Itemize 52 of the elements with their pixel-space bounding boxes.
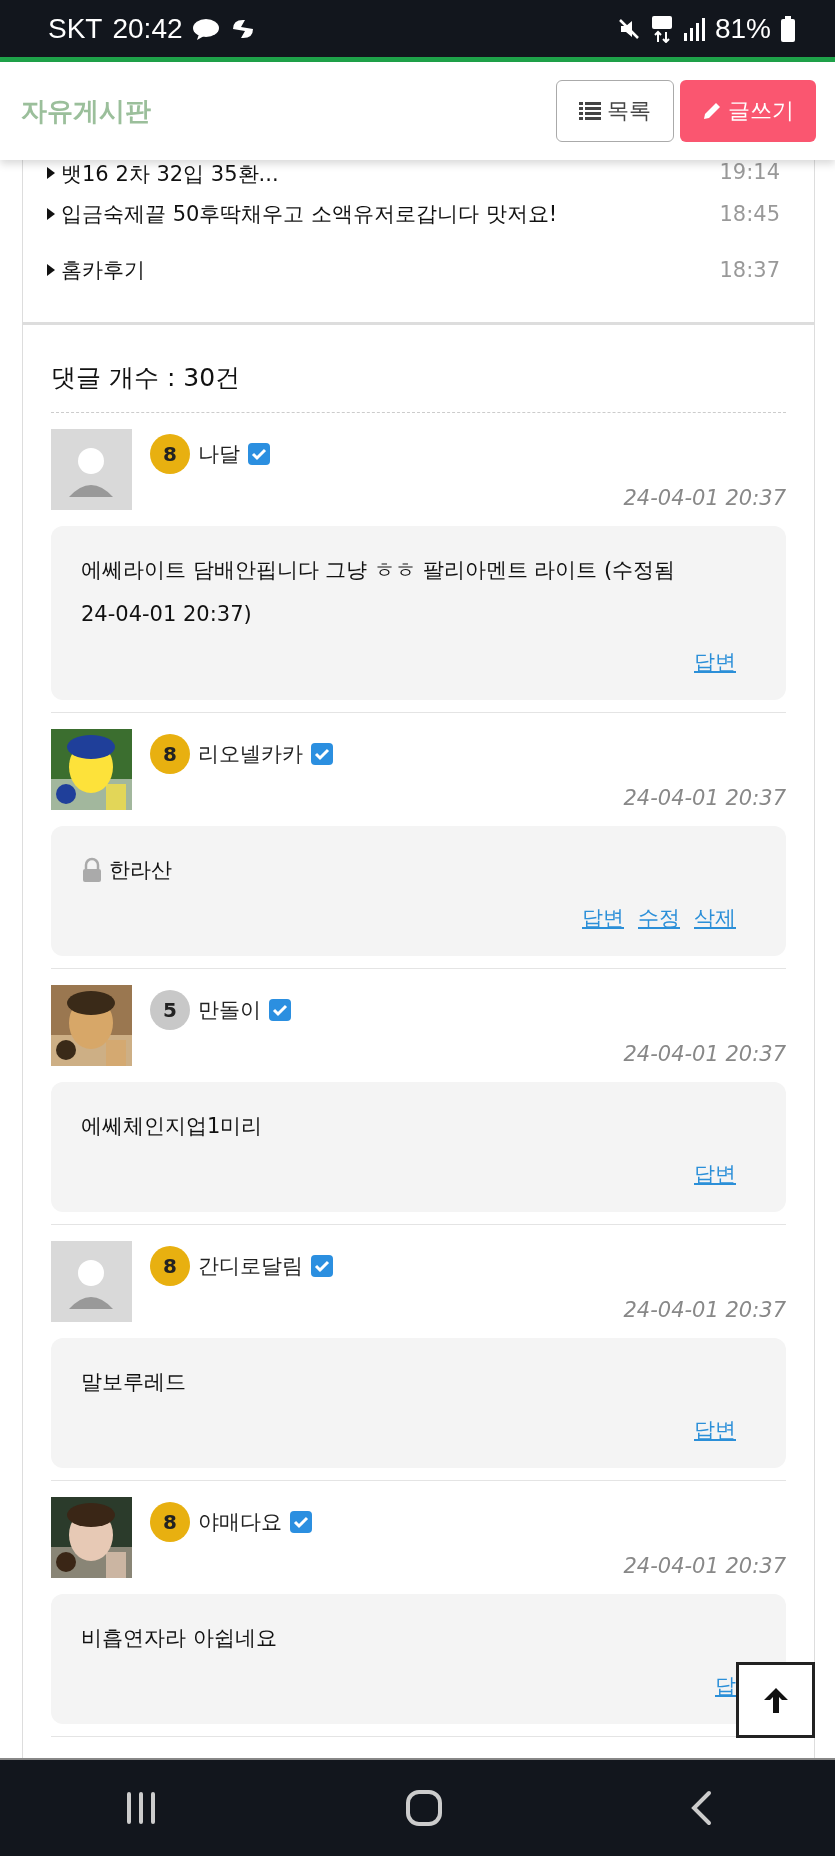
level-badge: 5 (150, 990, 190, 1030)
comment-date: 24-04-01 20:37 (623, 1042, 786, 1066)
comment-text: 에쎄라이트 담배안핍니다 그냥 ㅎㅎ 팔리아멘트 라이트 (수정됨 24-04-01 20:37) (81, 557, 677, 628)
mute-icon (616, 16, 641, 41)
battery-icon (781, 15, 795, 42)
scroll-top-button[interactable] (736, 1662, 815, 1738)
comment-count: 댓글 개수 : 30건 (51, 325, 786, 413)
comment-date: 24-04-01 20:37 (623, 1554, 786, 1578)
post-title-link[interactable]: 홈카후기 (61, 256, 720, 284)
user-name[interactable]: 만돌이 (198, 996, 261, 1024)
default-avatar-icon (51, 429, 132, 510)
comment-text: 한라산 (109, 857, 172, 884)
caret-icon (47, 167, 55, 179)
level-badge: 8 (150, 434, 190, 474)
back-icon[interactable] (689, 1790, 712, 1826)
post-title-link[interactable]: 입금숙제끝 50후딱채우고 소액유저로갑니다 맛저요! (61, 200, 720, 228)
comment-text: 말보루레드 (81, 1369, 186, 1396)
comment-text: 비흡연자라 아쉽네요 (81, 1625, 277, 1652)
level-badge: 8 (150, 1502, 190, 1542)
verified-check-icon (269, 999, 291, 1021)
clock: 20:42 (112, 12, 183, 45)
post-title-link[interactable]: 뱃16 2차 32입 35환... (61, 160, 720, 188)
user-name[interactable]: 야매다요 (198, 1508, 282, 1536)
verified-check-icon (311, 743, 333, 765)
verified-check-icon (290, 1511, 312, 1533)
comment-date: 24-04-01 20:37 (623, 786, 786, 810)
user-name[interactable]: 리오넬카카 (198, 740, 303, 768)
up-arrow-icon (762, 1686, 789, 1714)
chat-bubble-icon (192, 17, 219, 40)
verified-check-icon (248, 443, 270, 465)
user-name[interactable]: 간디로달림 (198, 1252, 303, 1280)
caret-icon (47, 208, 55, 220)
board-title: 자유게시판 (21, 94, 152, 128)
comment-date: 24-04-01 20:37 (623, 486, 786, 510)
carrier: SKT (48, 12, 103, 45)
caret-icon (47, 264, 55, 276)
default-avatar-icon (51, 1241, 132, 1322)
post-time: 18:45 (719, 202, 780, 226)
post-time: 18:37 (719, 258, 780, 282)
level-badge: 8 (150, 734, 190, 774)
verified-check-icon (311, 1255, 333, 1277)
comment-text: 에쎄체인지업1미리 (81, 1113, 263, 1140)
post-time: 19:14 (719, 160, 780, 184)
comment-date: 24-04-01 20:37 (623, 1298, 786, 1322)
pencil-icon (702, 101, 722, 121)
level-badge: 8 (150, 1246, 190, 1286)
battery-percent: 81% (714, 12, 771, 45)
list-icon (579, 102, 601, 120)
list-button[interactable]: 목록 (556, 80, 674, 142)
home-icon[interactable] (404, 1789, 443, 1827)
signal-icon (682, 16, 705, 41)
user-name[interactable]: 나달 (198, 440, 240, 468)
